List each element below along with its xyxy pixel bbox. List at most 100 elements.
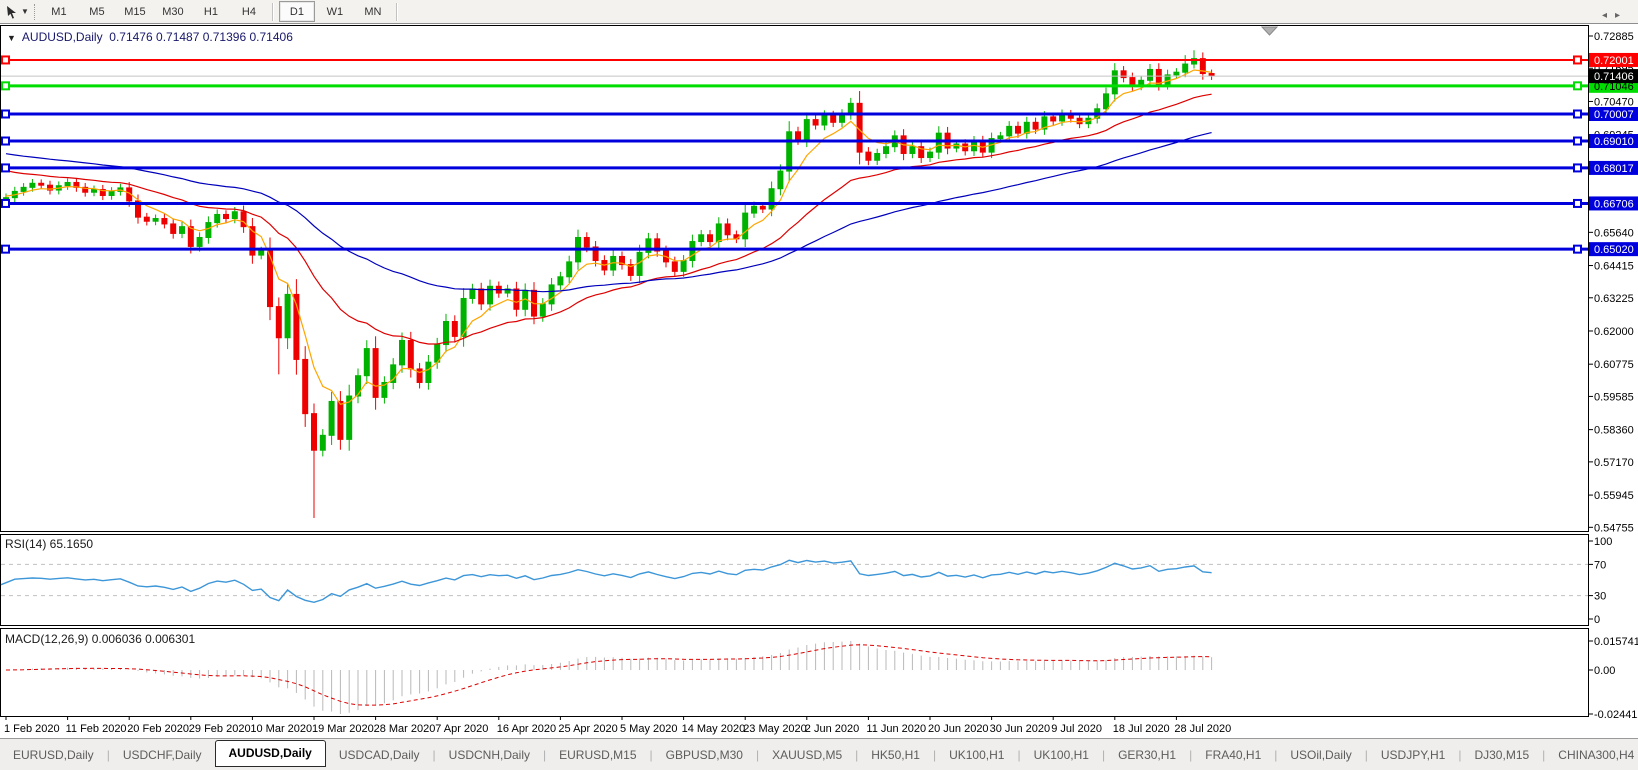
chart-window: 0.728850.716950.704700.692450.656400.644… xyxy=(0,24,1638,738)
horizontal-line-0.71046[interactable]: 0.71046 xyxy=(1,79,1638,93)
line-handle xyxy=(2,110,9,117)
svg-text:0.66706: 0.66706 xyxy=(1594,198,1634,210)
timeframe-button-mn[interactable]: MN xyxy=(355,1,391,22)
chart-tab-eurusd-m15[interactable]: EURUSD,M15 xyxy=(546,744,649,766)
line-handle xyxy=(2,82,9,89)
svg-text:0.00: 0.00 xyxy=(1594,665,1615,677)
svg-text:11 Feb 2020: 11 Feb 2020 xyxy=(66,723,127,735)
macd-label: MACD(12,26,9) 0.006036 0.006301 xyxy=(5,632,195,646)
horizontal-line-0.66706[interactable]: 0.66706 xyxy=(1,196,1638,210)
svg-text:0.72885: 0.72885 xyxy=(1594,31,1634,43)
svg-text:7 Apr 2020: 7 Apr 2020 xyxy=(435,723,488,735)
chart-tab-bar: EURUSD,Daily|USDCHF,DailyAUDUSD,DailyUSD… xyxy=(0,738,1638,770)
low-value: 0.71396 xyxy=(203,30,246,44)
line-handle xyxy=(2,164,9,171)
timeframe-button-h1[interactable]: H1 xyxy=(193,1,229,22)
chart-dropdown-icon[interactable]: ▼ xyxy=(7,33,16,43)
svg-text:0.71406: 0.71406 xyxy=(1594,71,1634,83)
timeframe-button-m1[interactable]: M1 xyxy=(41,1,77,22)
svg-text:-0.024412: -0.024412 xyxy=(1594,709,1638,721)
line-handle xyxy=(2,246,9,253)
timeframe-button-m5[interactable]: M5 xyxy=(79,1,115,22)
line-handle xyxy=(1574,82,1581,89)
svg-text:19 Mar 2020: 19 Mar 2020 xyxy=(312,723,374,735)
chart-tab-usdcnh-daily[interactable]: USDCNH,Daily xyxy=(436,744,543,766)
toolbar-grip[interactable] xyxy=(34,4,35,20)
chart-tab-fra40-h1[interactable]: FRA40,H1 xyxy=(1192,744,1274,766)
horizontal-line-0.65020[interactable]: 0.65020 xyxy=(1,242,1638,256)
scroll-to-end-marker[interactable] xyxy=(1262,27,1277,35)
toolbar-separator xyxy=(396,3,398,21)
svg-text:20 Feb 2020: 20 Feb 2020 xyxy=(127,723,189,735)
macd-pane: 0.0157410.00-0.024412 xyxy=(6,636,1638,721)
close-value: 0.71406 xyxy=(249,30,292,44)
svg-text:0.62000: 0.62000 xyxy=(1594,326,1634,338)
price-axis: 0.728850.716950.704700.692450.656400.644… xyxy=(1588,31,1634,534)
svg-text:0.59585: 0.59585 xyxy=(1594,391,1634,403)
timeframe-button-h4[interactable]: H4 xyxy=(231,1,267,22)
chart-tab-usdchf-daily[interactable]: USDCHF,Daily xyxy=(110,744,215,766)
horizontal-line-0.68017[interactable]: 0.68017 xyxy=(1,161,1638,175)
timeframe-button-m15[interactable]: M15 xyxy=(117,1,153,22)
line-handle xyxy=(1574,110,1581,117)
timeframe-button-m30[interactable]: M30 xyxy=(155,1,191,22)
svg-text:70: 70 xyxy=(1594,559,1606,571)
horizontal-line-0.72001[interactable]: 0.72001 xyxy=(1,53,1638,67)
svg-text:10 Mar 2020: 10 Mar 2020 xyxy=(250,723,312,735)
svg-text:0.69010: 0.69010 xyxy=(1594,136,1634,148)
chart-tab-eurusd-daily[interactable]: EURUSD,Daily xyxy=(0,744,107,766)
rsi-pane: 10070300 xyxy=(1,536,1612,626)
timeframe-button-d1[interactable]: D1 xyxy=(279,1,315,22)
svg-text:0.55945: 0.55945 xyxy=(1594,490,1634,502)
cursor-dropdown-icon[interactable]: ▼ xyxy=(21,7,29,16)
line-handle xyxy=(1574,164,1581,171)
cursor-tool-icon[interactable] xyxy=(3,3,21,21)
slow-ma-line xyxy=(6,133,1212,292)
svg-text:9 Jul 2020: 9 Jul 2020 xyxy=(1051,723,1102,735)
chart-tab-ger30-h1[interactable]: GER30,H1 xyxy=(1105,744,1189,766)
tab-scroll-left-icon[interactable]: ◂ xyxy=(1602,10,1615,21)
svg-text:0: 0 xyxy=(1594,614,1600,626)
chart-tab-gbpusd-m30[interactable]: GBPUSD,M30 xyxy=(653,744,756,766)
horizontal-line-0.70007[interactable]: 0.70007 xyxy=(1,107,1638,121)
fast-ma-line xyxy=(6,70,1212,404)
price-chart-canvas: 0.728850.716950.704700.692450.656400.644… xyxy=(0,24,1638,738)
timeframe-button-w1[interactable]: W1 xyxy=(317,1,353,22)
chart-tab-usdjpy-h1[interactable]: USDJPY,H1 xyxy=(1368,744,1458,766)
chart-tab-uk100-h1[interactable]: UK100,H1 xyxy=(1021,744,1102,766)
pane-border xyxy=(1,535,1589,626)
chart-tab-dj30-m15[interactable]: DJ30,M15 xyxy=(1461,744,1542,766)
svg-text:11 Jun 2020: 11 Jun 2020 xyxy=(866,723,926,735)
svg-text:5 May 2020: 5 May 2020 xyxy=(620,723,677,735)
svg-text:0.65640: 0.65640 xyxy=(1594,227,1634,239)
chart-tab-uk100-h1[interactable]: UK100,H1 xyxy=(936,744,1017,766)
symbol-name: AUDUSD,Daily xyxy=(22,30,103,44)
tab-scroll-arrows: ◂▸ xyxy=(1602,10,1628,21)
chart-tab-china300-h4[interactable]: CHINA300,H4 xyxy=(1545,744,1638,766)
horizontal-line-0.69010[interactable]: 0.69010 xyxy=(1,134,1638,148)
chart-tab-usdcad-daily[interactable]: USDCAD,Daily xyxy=(326,744,433,766)
svg-text:29 Feb 2020: 29 Feb 2020 xyxy=(189,723,251,735)
svg-text:28 Jul 2020: 28 Jul 2020 xyxy=(1174,723,1231,735)
svg-text:2 Jun 2020: 2 Jun 2020 xyxy=(805,723,859,735)
chart-tab-usoil-daily[interactable]: USOil,Daily xyxy=(1277,744,1364,766)
chart-tab-audusd-daily[interactable]: AUDUSD,Daily xyxy=(215,740,326,767)
line-handle xyxy=(1574,246,1581,253)
svg-text:28 Mar 2020: 28 Mar 2020 xyxy=(374,723,436,735)
svg-text:0.70007: 0.70007 xyxy=(1594,109,1634,121)
mt4-terminal: ▼ M1M5M15M30H1H4 D1W1MN 0.728850.716950.… xyxy=(0,0,1638,770)
line-handle xyxy=(2,138,9,145)
svg-text:0.58360: 0.58360 xyxy=(1594,425,1634,437)
svg-text:25 Apr 2020: 25 Apr 2020 xyxy=(558,723,617,735)
chart-tab-hk50-h1[interactable]: HK50,H1 xyxy=(858,744,933,766)
pane-border xyxy=(1,629,1589,717)
svg-text:30 Jun 2020: 30 Jun 2020 xyxy=(990,723,1051,735)
macd-signal-line xyxy=(6,645,1212,705)
tab-scroll-right-icon[interactable]: ▸ xyxy=(1615,10,1628,21)
date-axis: 1 Feb 202011 Feb 202020 Feb 202029 Feb 2… xyxy=(4,716,1231,735)
chart-tab-xauusd-m5[interactable]: XAUUSD,M5 xyxy=(759,744,855,766)
pane-border xyxy=(1,26,1589,532)
svg-text:0.60775: 0.60775 xyxy=(1594,359,1634,371)
svg-text:0.70470: 0.70470 xyxy=(1594,96,1634,108)
line-handle xyxy=(2,200,9,207)
